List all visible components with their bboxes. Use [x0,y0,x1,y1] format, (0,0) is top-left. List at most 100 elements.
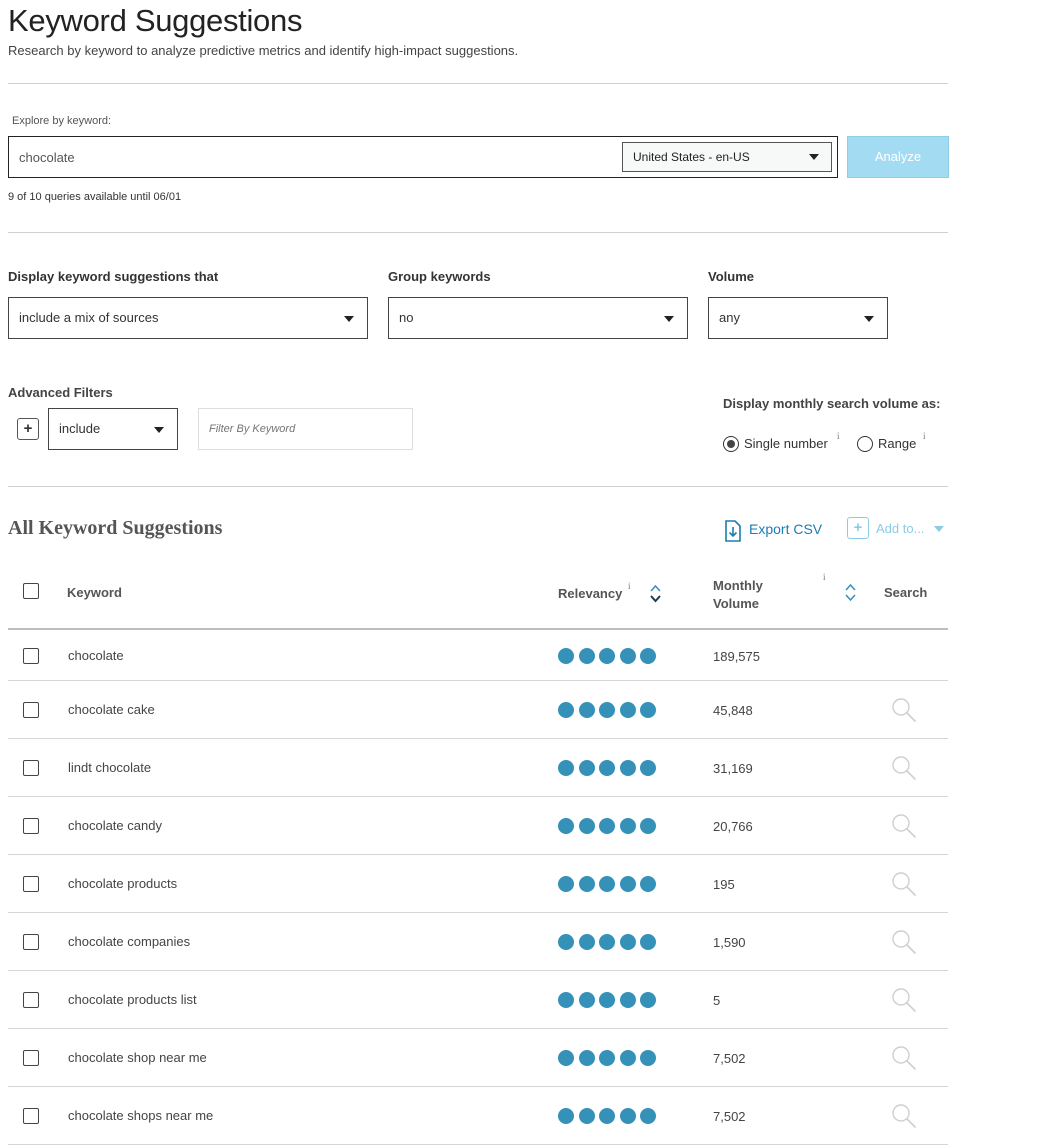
single-number-radio[interactable] [723,436,739,452]
select-all-checkbox[interactable] [23,583,39,599]
row-checkbox[interactable] [23,934,39,950]
range-radio[interactable] [857,436,873,452]
relevancy-dot [599,876,615,892]
info-icon[interactable]: i [628,581,631,591]
volume-cell: 31,169 [713,761,753,776]
relevancy-dot [640,702,656,718]
search-icon[interactable] [891,813,917,839]
search-icon[interactable] [891,871,917,897]
row-checkbox[interactable] [23,1108,39,1124]
relevancy-dot [578,876,595,892]
keyword-cell[interactable]: chocolate products list [68,992,197,1007]
range-label[interactable]: Range [878,436,916,451]
volume-cell: 45,848 [713,703,753,718]
relevancy-dot [599,934,615,950]
search-icon[interactable] [891,697,917,723]
download-file-icon [725,520,741,542]
keyword-cell[interactable]: chocolate candy [68,818,162,833]
relevancy-dot [558,876,574,892]
plus-icon: + [847,517,869,539]
search-icon[interactable] [891,987,917,1013]
relevancy-dot [619,818,636,834]
row-divider [8,854,948,855]
chevron-down-icon [934,526,944,532]
row-divider [8,912,948,913]
volume-cell: 195 [713,877,735,892]
display-suggestions-label: Display keyword suggestions that [8,269,219,284]
sort-icon[interactable] [649,583,662,604]
page-title: Keyword Suggestions [8,3,303,38]
info-icon[interactable]: i [837,431,840,441]
relevancy-dot [619,647,636,664]
volume-cell: 7,502 [713,1109,746,1124]
display-suggestions-value: include a mix of sources [19,310,159,325]
row-checkbox[interactable] [23,760,39,776]
keyword-input[interactable] [9,137,609,177]
keyword-cell[interactable]: lindt chocolate [68,760,151,775]
relevancy-dot [558,1050,574,1066]
queries-remaining: 9 of 10 queries available until 06/01 [8,191,182,203]
relevancy-dot [640,760,656,776]
single-number-label[interactable]: Single number [744,436,828,451]
info-icon[interactable]: i [823,572,826,582]
row-checkbox[interactable] [23,647,39,664]
filter-mode-value: include [59,421,101,436]
search-icon[interactable] [891,929,917,955]
chevron-down-icon [154,427,164,433]
relevancy-dot [578,760,595,776]
keyword-cell[interactable]: chocolate shop near me [68,1050,207,1065]
row-checkbox[interactable] [23,992,39,1008]
column-header-monthly-volume[interactable]: Monthly Volume [713,577,763,613]
keyword-search-box: United States - en-US [8,136,838,178]
relevancy-dot [599,1050,615,1066]
keyword-cell[interactable]: chocolate shops near me [68,1108,213,1123]
relevancy-dot [578,992,595,1008]
chevron-down-icon [344,316,354,322]
volume-cell: 189,575 [713,648,760,664]
locale-value: United States - en-US [633,150,750,164]
keyword-cell[interactable]: chocolate [68,648,124,663]
column-header-search: Search [884,585,928,600]
row-checkbox[interactable] [23,818,39,834]
column-header-keyword[interactable]: Keyword [67,585,122,600]
volume-select[interactable]: any [708,297,888,339]
results-title: All Keyword Suggestions [8,517,223,539]
relevancy-dot [558,818,574,834]
row-checkbox[interactable] [23,702,39,718]
keyword-cell[interactable]: chocolate cake [68,702,155,717]
group-keywords-select[interactable]: no [388,297,688,339]
sort-icon[interactable] [844,582,857,603]
filter-mode-select[interactable]: include [48,408,178,450]
relevancy-dot [578,1050,595,1066]
export-csv-button[interactable]: Export CSV [723,520,822,546]
keyword-cell[interactable]: chocolate products [68,876,177,891]
keyword-cell[interactable]: chocolate companies [68,934,190,949]
info-icon[interactable]: i [923,431,926,441]
explore-label: Explore by keyword: [12,115,112,127]
search-icon[interactable] [891,755,917,781]
relevancy-dot [578,702,595,718]
relevancy-dot [578,934,595,950]
divider [8,232,948,233]
relevancy-dot [599,702,615,718]
filter-keyword-input[interactable] [198,408,413,450]
row-checkbox[interactable] [23,1050,39,1066]
divider [8,486,948,487]
display-suggestions-select[interactable]: include a mix of sources [8,297,368,339]
relevancy-dot [578,818,595,834]
advanced-filters-label: Advanced Filters [8,385,113,400]
volume-value: any [719,310,740,325]
add-filter-button[interactable]: + [17,418,39,440]
analyze-button[interactable]: Analyze [847,136,949,178]
locale-select[interactable]: United States - en-US [622,142,832,172]
row-divider [8,970,948,971]
column-header-relevancy[interactable]: Relevancy [558,586,622,601]
row-checkbox[interactable] [23,876,39,892]
chevron-down-icon [864,316,874,322]
relevancy-dot [558,760,574,776]
search-icon[interactable] [891,1045,917,1071]
row-divider [8,738,948,739]
page-subtitle: Research by keyword to analyze predictiv… [8,43,519,58]
volume-cell: 5 [713,993,721,1008]
search-icon[interactable] [891,1103,917,1129]
